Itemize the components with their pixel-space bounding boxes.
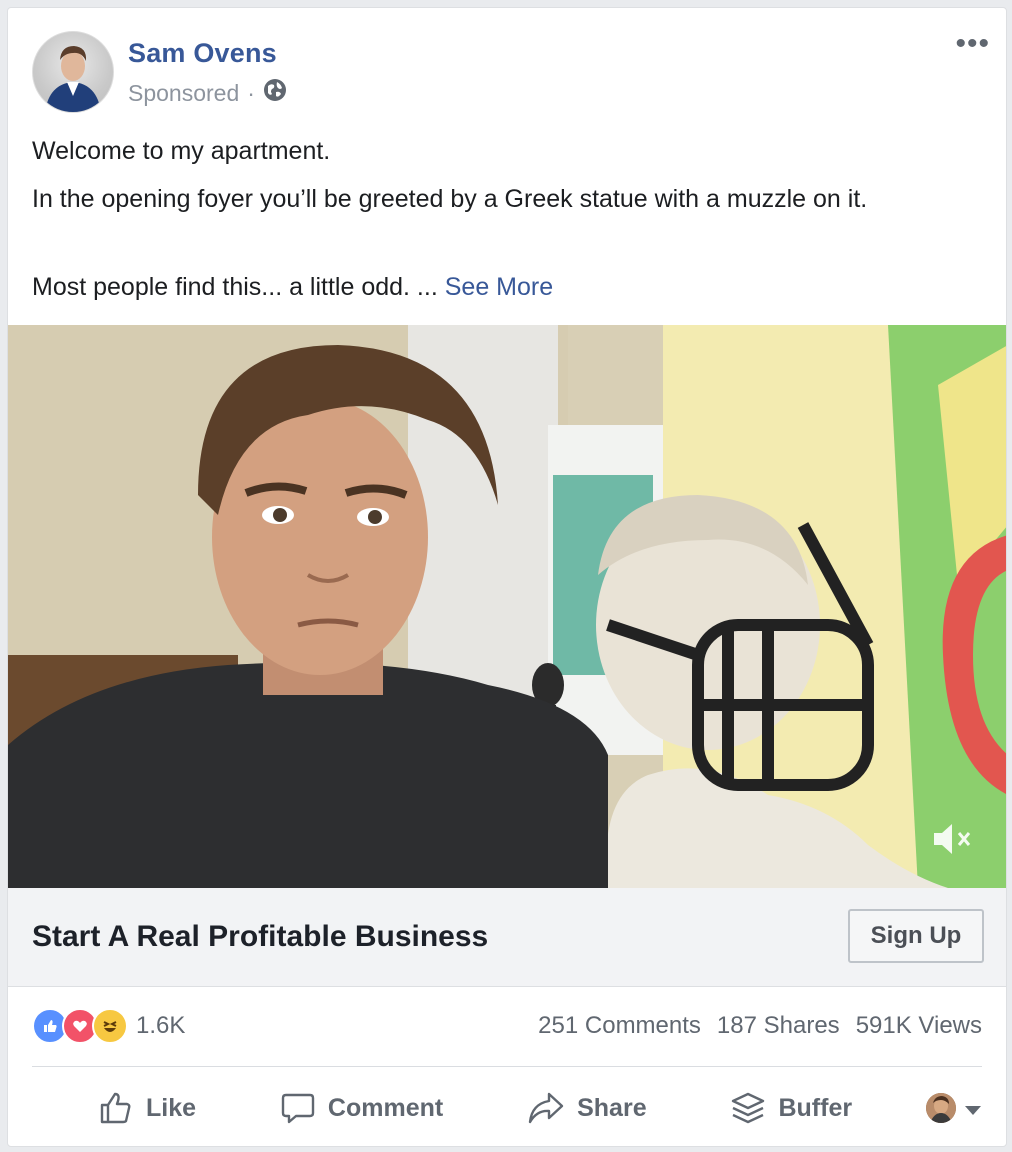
post-as-selector[interactable] bbox=[925, 1093, 982, 1123]
buffer-button[interactable]: Buffer bbox=[720, 1090, 862, 1126]
reactions-count[interactable]: 1.6K bbox=[136, 1012, 185, 1040]
sponsored-post-card: Sam Ovens Sponsored · ••• Welcome to my … bbox=[7, 7, 1007, 1147]
post-text-line-2: In the opening foyer you’ll be greeted b… bbox=[32, 185, 868, 213]
post-text-line-1: Welcome to my apartment. bbox=[32, 137, 331, 165]
muted-volume-icon[interactable] bbox=[930, 819, 974, 864]
buffer-label: Buffer bbox=[778, 1093, 853, 1122]
sponsored-label[interactable]: Sponsored bbox=[128, 80, 239, 107]
more-options-icon[interactable]: ••• bbox=[955, 29, 990, 59]
cta-headline[interactable]: Start A Real Profitable Business bbox=[32, 920, 488, 954]
thumbs-up-icon bbox=[98, 1090, 134, 1126]
meta-separator: · bbox=[247, 79, 255, 106]
comment-label: Comment bbox=[327, 1093, 444, 1122]
like-button[interactable]: Like bbox=[88, 1090, 206, 1126]
share-button[interactable]: Share bbox=[517, 1090, 656, 1126]
reactions-summary[interactable]: 1.6K bbox=[32, 1008, 185, 1044]
like-label: Like bbox=[146, 1093, 197, 1122]
haha-reaction-icon bbox=[92, 1008, 128, 1044]
post-text-preview: Most people find this... a little odd. .… bbox=[32, 273, 438, 301]
comment-icon bbox=[280, 1090, 316, 1126]
engagement-counts: 251 Comments 187 Shares 591K Views bbox=[538, 1012, 982, 1040]
author-avatar[interactable] bbox=[32, 31, 114, 113]
video-frame bbox=[8, 325, 1006, 888]
chevron-down-icon bbox=[964, 1094, 982, 1123]
post-actions: Like Comment Share Buffer bbox=[32, 1078, 982, 1138]
actions-divider bbox=[32, 1066, 982, 1067]
see-more-link[interactable]: See More bbox=[445, 273, 553, 301]
comment-button[interactable]: Comment bbox=[270, 1090, 453, 1126]
sign-up-button[interactable]: Sign Up bbox=[848, 909, 984, 963]
engagement-stats: 1.6K 251 Comments 187 Shares 591K Views bbox=[32, 1006, 982, 1046]
author-name[interactable]: Sam Ovens bbox=[128, 38, 277, 69]
post-text-line-3: Most people find this... a little odd. .… bbox=[32, 268, 982, 306]
viewer-avatar bbox=[925, 1093, 956, 1123]
post-meta: Sponsored · bbox=[128, 78, 287, 108]
call-to-action-bar: Start A Real Profitable Business Sign Up bbox=[8, 888, 1006, 987]
share-label: Share bbox=[577, 1093, 647, 1122]
views-count[interactable]: 591K Views bbox=[856, 1012, 982, 1040]
globe-icon[interactable] bbox=[263, 78, 287, 108]
buffer-stack-icon bbox=[730, 1090, 766, 1126]
video-player[interactable] bbox=[8, 325, 1006, 888]
share-arrow-icon bbox=[527, 1090, 565, 1126]
shares-count[interactable]: 187 Shares bbox=[717, 1012, 840, 1040]
comments-count[interactable]: 251 Comments bbox=[538, 1012, 701, 1040]
